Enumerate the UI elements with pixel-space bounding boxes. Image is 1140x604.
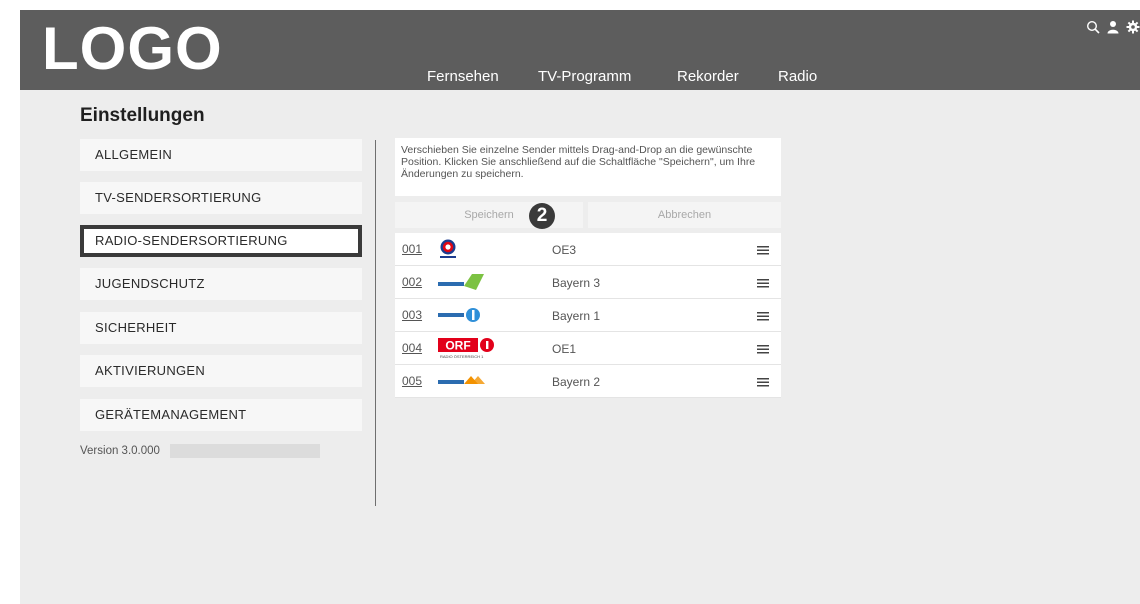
menu-item-jugendschutz[interactable]: JUGENDSCHUTZ <box>80 268 362 300</box>
svg-text:ORF: ORF <box>445 339 470 353</box>
logo: LOGO <box>42 15 223 82</box>
drag-handle-icon[interactable] <box>757 276 769 288</box>
station-number[interactable]: 001 <box>402 242 422 256</box>
station-number[interactable]: 005 <box>402 374 422 388</box>
top-bar: LOGO Fernsehen TV-Programm Rekorder Radi… <box>20 10 1140 90</box>
save-button-label: Speichern <box>464 209 514 221</box>
station-row[interactable]: 005 Bayern 2 <box>395 365 781 398</box>
divider <box>375 140 376 506</box>
menu-item-sicherheit[interactable]: SICHERHEIT <box>80 312 362 344</box>
station-number[interactable]: 002 <box>402 275 422 289</box>
menu-item-geraetemanagement[interactable]: GERÄTEMANAGEMENT <box>80 399 362 431</box>
drag-handle-icon[interactable] <box>757 375 769 387</box>
menu-item-tv-sendersortierung[interactable]: TV-SENDERSORTIERUNG <box>80 182 362 214</box>
info-text: Verschieben Sie einzelne Sender mittels … <box>395 138 781 196</box>
drag-handle-icon[interactable] <box>757 309 769 321</box>
nav-radio[interactable]: Radio <box>778 68 817 86</box>
nav-fernsehen[interactable]: Fernsehen <box>427 68 499 86</box>
cancel-button-label: Abbrechen <box>657 209 712 221</box>
station-name: OE3 <box>552 243 577 257</box>
app-window: LOGO Fernsehen TV-Programm Rekorder Radi… <box>20 10 1140 604</box>
station-name: Bayern 3 <box>552 276 601 290</box>
station-list: 001 OE3 002 Bayern 3 003 Bayern 1 004 OR… <box>395 233 781 398</box>
oe3-logo <box>438 238 488 260</box>
station-row[interactable]: 001 OE3 <box>395 233 781 266</box>
station-name: Bayern 2 <box>552 375 601 389</box>
version-redacted <box>170 444 320 458</box>
callout-badge-2: 2 <box>529 203 555 229</box>
station-row[interactable]: 002 Bayern 3 <box>395 266 781 299</box>
menu-item-allgemein[interactable]: ALLGEMEIN <box>80 139 362 171</box>
station-name: Bayern 1 <box>552 309 601 323</box>
search-icon[interactable] <box>1086 20 1100 34</box>
station-number[interactable]: 003 <box>402 308 422 322</box>
menu-item-radio-sendersortierung[interactable]: RADIO-SENDERSORTIERUNG <box>80 225 362 257</box>
drag-handle-icon[interactable] <box>757 243 769 255</box>
station-row[interactable]: 003 Bayern 1 <box>395 299 781 332</box>
gear-icon[interactable] <box>1126 20 1140 34</box>
station-number[interactable]: 004 <box>402 341 422 355</box>
station-name: OE1 <box>552 342 577 356</box>
bayern1-logo <box>438 304 488 326</box>
user-icon[interactable] <box>1106 20 1120 34</box>
svg-text:RADIO ÖSTERREICH 1: RADIO ÖSTERREICH 1 <box>440 354 484 359</box>
version-text: Version 3.0.000 <box>80 445 160 457</box>
nav-tv-programm[interactable]: TV-Programm <box>538 68 631 86</box>
menu-item-aktivierungen[interactable]: AKTIVIERUNGEN <box>80 355 362 387</box>
nav-rekorder[interactable]: Rekorder <box>677 68 739 86</box>
header-icons <box>1086 20 1140 34</box>
drag-handle-icon[interactable] <box>757 342 769 354</box>
orf-oe1-logo: ORF RADIO ÖSTERREICH 1 <box>438 337 494 359</box>
bayern2-logo <box>438 370 488 392</box>
settings-title: Einstellungen <box>80 105 205 126</box>
station-row[interactable]: 004 ORF RADIO ÖSTERREICH 1 OE1 <box>395 332 781 365</box>
bayern3-logo <box>438 271 488 293</box>
cancel-button[interactable]: Abbrechen <box>588 202 781 228</box>
